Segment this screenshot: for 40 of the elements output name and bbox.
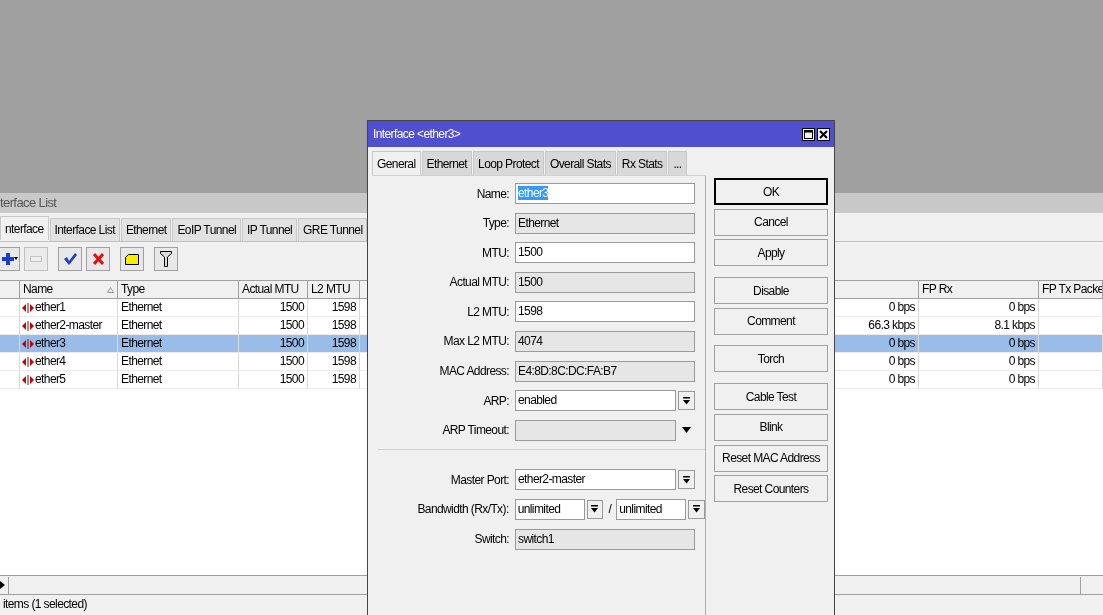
table-cell: ether3 (20, 335, 118, 353)
field-label: Type: (481, 216, 510, 231)
field-label: Master Port: (449, 472, 510, 487)
field-label: Bandwidth (Rx/Tx): (416, 502, 510, 517)
table-cell: 1500 (239, 299, 308, 317)
table-cell: Ethernet (118, 299, 239, 317)
readonly-field: switch1 (515, 528, 695, 550)
table-cell: 1500 (239, 335, 308, 353)
table-cell: Ethernet (118, 335, 239, 353)
table-cell: ether1 (20, 299, 118, 317)
table-cell: Ethernet (118, 371, 239, 389)
readonly-field: 1500 (515, 271, 695, 293)
table-cell: 0 bps (919, 299, 1039, 317)
field-label: Switch: (473, 532, 510, 547)
readonly-field: E4:8D:8C:DC:FA:B7 (515, 360, 695, 382)
table-cell: 1500 (239, 371, 308, 389)
table-cell: 0 bps (919, 371, 1039, 389)
table-cell: 1500 (239, 353, 308, 371)
window-title: terface List (0, 194, 57, 212)
dialog-title: Interface <ether3> (373, 127, 462, 141)
table-cell: 1598 (308, 335, 360, 353)
readonly-field: Ethernet (515, 212, 695, 234)
table-cell: 1598 (308, 299, 360, 317)
table-cell: 0 bps (919, 353, 1039, 371)
field-label: ARP: (482, 393, 510, 408)
status-text: items (1 selected) (3, 597, 87, 611)
field-label: Name: (475, 186, 510, 201)
table-cell: 1598 (308, 353, 360, 371)
readonly-field: 4074 (515, 330, 695, 352)
table-cell: ether5 (20, 371, 118, 389)
field-label: Actual MTU: (448, 275, 510, 290)
field-label: L2 MTU: (466, 304, 510, 319)
table-cell: Ethernet (118, 353, 239, 371)
field-label: MTU: (481, 245, 510, 260)
separator-text: / (608, 502, 612, 517)
field-label: Max L2 MTU: (442, 334, 510, 349)
table-cell: 1598 (308, 371, 360, 389)
table-cell: 0 bps (919, 335, 1039, 353)
field-label: ARP Timeout: (441, 423, 510, 438)
table-cell: ether4 (20, 353, 118, 371)
